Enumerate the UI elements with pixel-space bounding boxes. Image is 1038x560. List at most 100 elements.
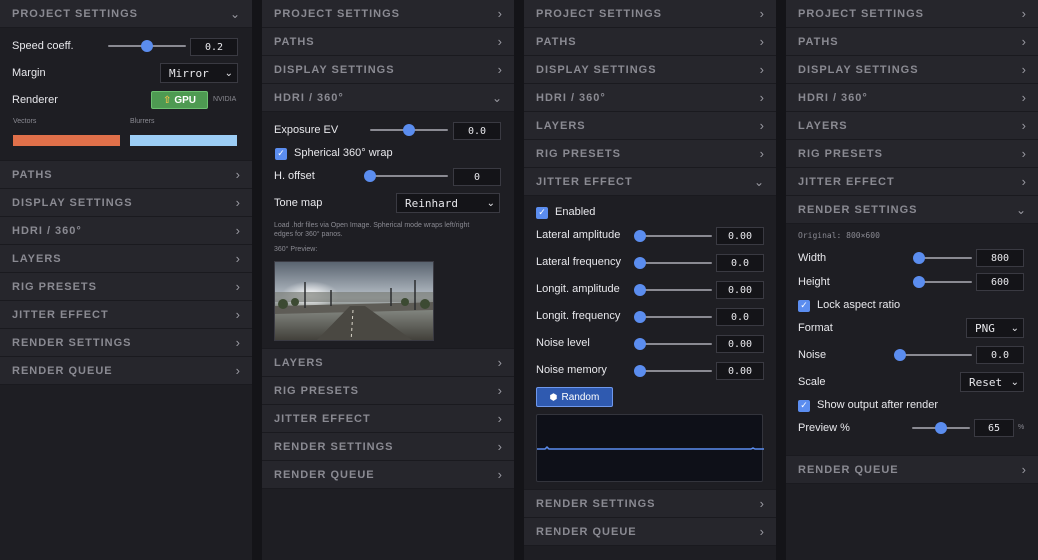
exposure-ev-input[interactable]: 0.0 [453, 122, 501, 140]
margin-select[interactable]: Mirror ⌄ [160, 63, 238, 83]
width-slider[interactable] [912, 252, 972, 264]
vectors-color-swatch[interactable] [13, 135, 120, 146]
gpu-button[interactable]: ⇧ GPU [151, 91, 208, 109]
section-header-render-queue[interactable]: RENDER QUEUE › [524, 518, 776, 546]
section-header-hdri[interactable]: HDRI / 360° ⌄ [262, 84, 514, 112]
section-header-jitter-effect[interactable]: JITTER EFFECT ⌄ [524, 168, 776, 196]
noise-input[interactable]: 0.0 [976, 346, 1024, 364]
section-header-render-queue[interactable]: RENDER QUEUE › [262, 461, 514, 489]
preview-percent-input[interactable]: 65 [974, 419, 1014, 437]
section-header-render-settings[interactable]: RENDER SETTINGS › [0, 329, 252, 357]
section-header-render-queue[interactable]: RENDER QUEUE › [786, 456, 1038, 484]
section-header-jitter-effect[interactable]: JITTER EFFECT › [786, 168, 1038, 196]
jitter-row-slider[interactable] [634, 284, 712, 296]
chevron-right-icon: › [759, 90, 764, 105]
spherical-wrap-checkbox[interactable]: ✓ [275, 148, 287, 160]
chevron-right-icon: › [759, 118, 764, 133]
tone-map-label: Tone map [274, 197, 323, 209]
chevron-right-icon: › [235, 279, 240, 294]
height-slider[interactable] [912, 276, 972, 288]
lock-aspect-checkbox[interactable]: ✓ [798, 300, 810, 312]
section-title: RENDER QUEUE [536, 525, 637, 538]
section-header-jitter-effect[interactable]: JITTER EFFECT › [0, 301, 252, 329]
render-settings-body: Original: 800×600 Width 800 Height 600 ✓… [786, 224, 1038, 456]
section-header-display-settings[interactable]: DISPLAY SETTINGS › [786, 56, 1038, 84]
exposure-ev-slider[interactable] [370, 124, 448, 136]
format-select[interactable]: PNG ⌄ [966, 318, 1024, 338]
tone-map-select[interactable]: Reinhard ⌄ [396, 193, 500, 213]
section-header-display-settings[interactable]: DISPLAY SETTINGS › [262, 56, 514, 84]
jitter-row-slider[interactable] [634, 257, 712, 269]
section-header-layers[interactable]: LAYERS › [0, 245, 252, 273]
section-header-rig-presets[interactable]: RIG PRESETS › [0, 273, 252, 301]
chevron-right-icon: › [235, 251, 240, 266]
section-header-paths[interactable]: PATHS › [786, 28, 1038, 56]
section-header-paths[interactable]: PATHS › [0, 161, 252, 189]
noise-slider[interactable] [894, 349, 972, 361]
jitter-row-input[interactable]: 0.00 [716, 335, 764, 353]
height-label: Height [798, 276, 830, 288]
section-header-hdri[interactable]: HDRI / 360° › [0, 217, 252, 245]
speed-coeff-input[interactable]: 0.2 [190, 38, 238, 56]
slider-knob[interactable] [912, 252, 925, 264]
slider-knob[interactable] [634, 338, 646, 350]
jitter-row-input[interactable]: 0.00 [716, 227, 764, 245]
h-offset-input[interactable]: 0 [453, 168, 501, 186]
slider-knob[interactable] [634, 311, 646, 323]
slider-knob[interactable] [634, 284, 646, 296]
slider-knob[interactable] [912, 276, 925, 288]
section-header-layers[interactable]: LAYERS › [262, 349, 514, 377]
section-header-layers[interactable]: LAYERS › [524, 112, 776, 140]
section-header-layers[interactable]: LAYERS › [786, 112, 1038, 140]
section-header-paths[interactable]: PATHS › [262, 28, 514, 56]
section-header-project-settings[interactable]: PROJECT SETTINGS ⌄ [0, 0, 252, 28]
section-header-rig-presets[interactable]: RIG PRESETS › [786, 140, 1038, 168]
section-header-render-settings[interactable]: RENDER SETTINGS ⌄ [786, 196, 1038, 224]
section-header-rig-presets[interactable]: RIG PRESETS › [262, 377, 514, 405]
scale-select[interactable]: Reset ⌄ [960, 372, 1024, 392]
slider-knob[interactable] [935, 422, 947, 434]
section-header-hdri[interactable]: HDRI / 360° › [524, 84, 776, 112]
jitter-row-slider[interactable] [634, 230, 712, 242]
slider-knob[interactable] [634, 365, 646, 377]
section-header-project-settings[interactable]: PROJECT SETTINGS › [524, 0, 776, 28]
slider-knob[interactable] [634, 230, 646, 242]
section-header-render-settings[interactable]: RENDER SETTINGS › [262, 433, 514, 461]
width-label: Width [798, 252, 827, 264]
preview-percent-slider[interactable] [912, 422, 970, 434]
jitter-row-input[interactable]: 0.0 [716, 254, 764, 272]
section-header-project-settings[interactable]: PROJECT SETTINGS › [786, 0, 1038, 28]
blurrers-color-swatch[interactable] [130, 135, 237, 146]
slider-knob[interactable] [403, 124, 415, 136]
section-header-hdri[interactable]: HDRI / 360° › [786, 84, 1038, 112]
random-button[interactable]: ⬢ Random [536, 387, 613, 407]
width-input[interactable]: 800 [976, 249, 1024, 267]
speed-coeff-slider[interactable] [108, 40, 186, 52]
chevron-down-icon: ⌄ [491, 90, 502, 105]
section-header-rig-presets[interactable]: RIG PRESETS › [524, 140, 776, 168]
jitter-row-slider[interactable] [634, 311, 712, 323]
jitter-row-input[interactable]: 0.00 [716, 362, 764, 380]
section-header-render-queue[interactable]: RENDER QUEUE › [0, 357, 252, 385]
section-header-jitter-effect[interactable]: JITTER EFFECT › [262, 405, 514, 433]
jitter-row-input[interactable]: 0.0 [716, 308, 764, 326]
slider-knob[interactable] [141, 40, 153, 52]
jitter-row-slider[interactable] [634, 338, 712, 350]
jitter-enabled-checkbox[interactable]: ✓ [536, 207, 548, 219]
chevron-right-icon: › [235, 363, 240, 378]
dice-icon: ⬢ [549, 391, 558, 402]
show-output-checkbox[interactable]: ✓ [798, 400, 810, 412]
jitter-row-input[interactable]: 0.00 [716, 281, 764, 299]
slider-knob[interactable] [364, 170, 376, 182]
section-header-paths[interactable]: PATHS › [524, 28, 776, 56]
h-offset-slider[interactable] [364, 170, 448, 182]
jitter-row-slider[interactable] [634, 365, 712, 377]
height-input[interactable]: 600 [976, 273, 1024, 291]
section-header-project-settings[interactable]: PROJECT SETTINGS › [262, 0, 514, 28]
chevron-down-icon: ⌄ [753, 174, 764, 189]
section-header-display-settings[interactable]: DISPLAY SETTINGS › [524, 56, 776, 84]
slider-knob[interactable] [634, 257, 646, 269]
slider-knob[interactable] [894, 349, 906, 361]
section-header-render-settings[interactable]: RENDER SETTINGS › [524, 490, 776, 518]
section-header-display-settings[interactable]: DISPLAY SETTINGS › [0, 189, 252, 217]
